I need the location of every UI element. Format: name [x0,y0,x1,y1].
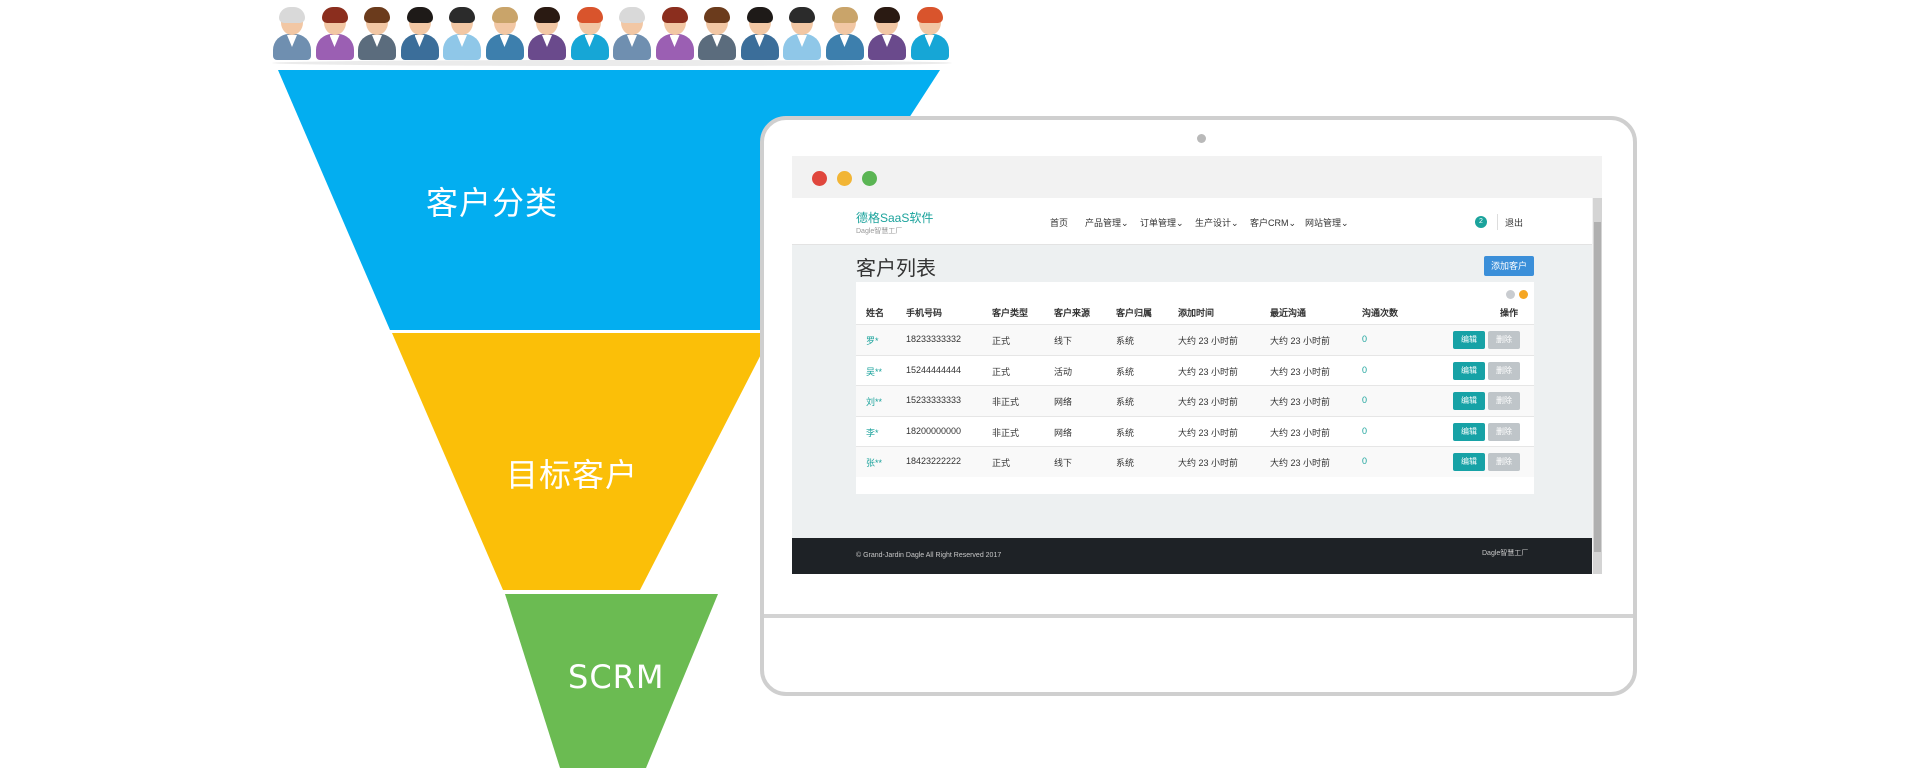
footer-copyright: © Grand-Jardin Dagle All Right Reserved … [856,552,1002,559]
cell-contact-count: 0 [1362,425,1368,436]
cell-added: 大约 23 小时前 [1178,427,1239,438]
cell-last-contact: 大约 23 小时前 [1270,366,1331,377]
cell-owner: 系统 [1116,397,1135,407]
nav-products[interactable]: 产品管理⌄ [1085,216,1129,229]
nav-home[interactable]: 首页 [1050,216,1068,229]
table-row: 罗* 18233333332 正式 线下 系统 大约 23 小时前 大约 23 小时前 0 编辑… [856,324,1534,355]
header-added: 添加时间 [1178,308,1215,318]
cell-owner: 系统 [1116,336,1135,346]
cell-type: 正式 [992,336,1011,346]
delete-button[interactable]: 删除 [1488,331,1520,349]
delete-button[interactable]: 删除 [1488,422,1520,441]
add-customer-button[interactable]: 添加客户 [1484,256,1534,276]
nav-website[interactable]: 网站管理⌄ [1305,216,1349,229]
monitor-bezel-divider [764,614,1633,618]
cell-phone: 15233333333 [906,395,962,405]
cell-name[interactable]: 刘** [866,395,882,408]
table-row: 张** 18423222222 正式 线下 系统 大约 23 小时前 大约 23 小时前 0 编… [856,446,1534,477]
page-title: 客户列表 [856,256,936,280]
edit-button[interactable]: 编辑 [1453,453,1485,471]
header-source: 客户来源 [1054,308,1091,318]
close-window-button[interactable] [812,171,827,186]
delete-button[interactable]: 删除 [1488,361,1520,380]
cell-type: 正式 [992,366,1011,377]
header-phone: 手机号码 [906,308,943,318]
cell-phone: 15244444444 [906,364,962,375]
collapse-icon[interactable] [1519,290,1528,299]
edit-button[interactable]: 编辑 [1453,422,1485,441]
cell-added: 大约 23 小时前 [1178,397,1239,407]
notification-badge[interactable]: 2 [1475,216,1487,228]
header-actions: 操作 [1500,308,1519,318]
cell-source: 活动 [1054,366,1073,377]
cell-source: 线下 [1054,336,1073,346]
cell-contact-count: 0 [1362,334,1368,344]
cell-name[interactable]: 吴** [866,365,882,378]
cell-phone: 18200000000 [906,425,962,436]
funnel-bottom-label: SCRM [568,658,665,696]
cell-added: 大约 23 小时前 [1178,458,1239,468]
browser-window: 德格SaaS软件 Dagle智慧工厂 首页 产品管理⌄ 订单管理⌄ 生产设计⌄ … [792,156,1602,574]
minimize-window-button[interactable] [837,171,852,186]
customer-table-panel: 姓名 手机号码 客户类型 客户来源 客户归属 添加时间 最近沟通 沟通次数 操作… [856,282,1534,494]
cell-contact-count: 0 [1362,456,1368,466]
cell-last-contact: 大约 23 小时前 [1270,427,1331,438]
cell-name[interactable]: 罗* [866,334,879,347]
cell-phone: 18423222222 [906,456,962,466]
header-type: 客户类型 [992,308,1029,318]
maximize-window-button[interactable] [862,171,877,186]
cell-phone: 18233333332 [906,334,962,344]
cell-type: 正式 [992,458,1011,468]
cell-contact-count: 0 [1362,395,1368,405]
cell-owner: 系统 [1116,458,1135,468]
nav-orders[interactable]: 订单管理⌄ [1140,216,1184,229]
cell-name[interactable]: 李* [866,426,879,439]
nav-production[interactable]: 生产设计⌄ [1195,216,1239,229]
header-last-contact: 最近沟通 [1270,308,1307,318]
cell-added: 大约 23 小时前 [1178,366,1239,377]
crm-app: 德格SaaS软件 Dagle智慧工厂 首页 产品管理⌄ 订单管理⌄ 生产设计⌄ … [792,198,1592,574]
edit-button[interactable]: 编辑 [1453,361,1485,380]
top-navbar: 德格SaaS软件 Dagle智慧工厂 首页 产品管理⌄ 订单管理⌄ 生产设计⌄ … [792,198,1592,245]
cell-last-contact: 大约 23 小时前 [1270,458,1331,468]
delete-button[interactable]: 删除 [1488,392,1520,410]
cell-owner: 系统 [1116,427,1135,438]
table-row: 李* 18200000000 非正式 网络 系统 大约 23 小时前 大约 23 小时前 0 编… [856,415,1534,447]
cell-last-contact: 大约 23 小时前 [1270,336,1331,346]
cell-type: 非正式 [992,427,1020,438]
footer: © Grand-Jardin Dagle All Right Reserved … [792,538,1592,574]
cell-source: 线下 [1054,458,1073,468]
header-name: 姓名 [866,308,885,318]
cell-contact-count: 0 [1362,364,1368,375]
funnel-top-label: 客户分类 [426,184,559,222]
table-row: 吴** 15244444444 正式 活动 系统 大约 23 小时前 大约 23 小时前 0 编… [856,354,1534,386]
refresh-icon[interactable] [1506,290,1515,299]
nav-crm[interactable]: 客户CRM⌄ [1250,216,1296,229]
header-owner: 客户归属 [1116,308,1153,318]
cell-type: 非正式 [992,397,1020,407]
cell-source: 网络 [1054,397,1073,407]
brand-subtitle: Dagle智慧工厂 [856,228,903,235]
vertical-scrollbar[interactable] [1593,198,1602,574]
logout-link[interactable]: 退出 [1505,216,1523,229]
delete-button[interactable]: 删除 [1488,453,1520,471]
edit-button[interactable]: 编辑 [1453,331,1485,349]
brand-title[interactable]: 德格SaaS软件 [856,209,933,226]
header-contact-count: 沟通次数 [1362,308,1399,318]
cell-name[interactable]: 张** [866,456,882,469]
funnel-middle-label: 目标客户 [506,456,639,494]
scrollbar-thumb[interactable] [1594,222,1601,552]
table-row: 刘** 15233333333 非正式 网络 系统 大约 23 小时前 大约 23 小时前 0… [856,385,1534,416]
footer-brand: Dagle智慧工厂 [1482,550,1529,557]
cell-last-contact: 大约 23 小时前 [1270,397,1331,407]
edit-button[interactable]: 编辑 [1453,392,1485,410]
cell-owner: 系统 [1116,366,1135,377]
cell-added: 大约 23 小时前 [1178,336,1239,346]
cell-source: 网络 [1054,427,1073,438]
nav-separator [1497,214,1498,230]
camera-icon [1197,134,1206,143]
